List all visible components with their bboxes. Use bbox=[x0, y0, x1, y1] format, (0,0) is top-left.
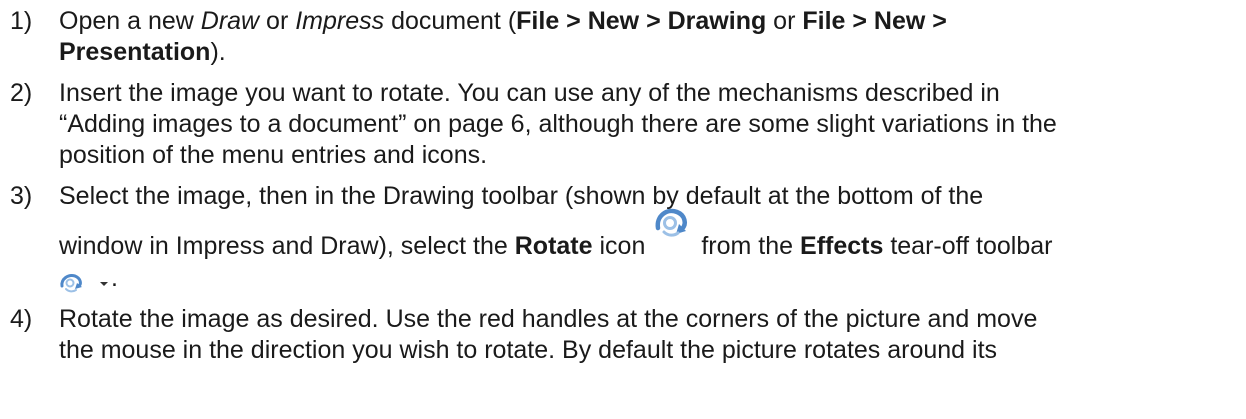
effects-label: Effects bbox=[800, 232, 884, 260]
rotate-icon bbox=[651, 202, 693, 244]
app-name-draw: Draw bbox=[200, 7, 260, 35]
list-item-3: 3) Select the image, then in the Drawing… bbox=[0, 181, 1246, 294]
effects-toolbar-icon bbox=[59, 271, 87, 295]
step-number: 2) bbox=[10, 79, 33, 107]
step-number: 3) bbox=[10, 182, 33, 210]
menu-path-presentation: File > New > bbox=[802, 7, 947, 35]
step-text: Presentation). bbox=[59, 37, 1246, 68]
text: or bbox=[259, 7, 296, 35]
list-item-1: 1) Open a new Draw or Impress document (… bbox=[0, 6, 1246, 68]
rotate-label: Rotate bbox=[514, 232, 593, 260]
text: window in Impress and Draw), select the bbox=[59, 232, 515, 260]
list-item-4: 4) Rotate the image as desired. Use the … bbox=[0, 304, 1246, 366]
step-text: the mouse in the direction you wish to r… bbox=[59, 336, 998, 364]
app-name-impress: Impress bbox=[295, 7, 385, 35]
text: Open a new bbox=[59, 7, 201, 35]
text: ). bbox=[210, 38, 226, 66]
text: icon bbox=[592, 232, 646, 260]
step-text: Insert the image you want to rotate. You… bbox=[59, 79, 1000, 107]
list-item-2: 2) Insert the image you want to rotate. … bbox=[0, 78, 1246, 171]
menu-path-drawing: File > New > Drawing bbox=[516, 7, 767, 35]
step-number: 4) bbox=[10, 305, 33, 333]
text: or bbox=[766, 7, 803, 35]
text: document ( bbox=[384, 7, 517, 35]
step-text: window in Impress and Draw), select the … bbox=[59, 208, 1246, 269]
step-number: 1) bbox=[10, 7, 33, 35]
menu-path-presentation-end: Presentation bbox=[59, 38, 211, 66]
text: . bbox=[111, 264, 118, 292]
text: tear-off toolbar bbox=[883, 232, 1053, 260]
instruction-list: 1) Open a new Draw or Impress document (… bbox=[0, 0, 1246, 366]
step-text: Rotate the image as desired. Use the red… bbox=[59, 305, 1038, 333]
step-text: “Adding images to a document” on page 6,… bbox=[59, 110, 1057, 138]
text: from the bbox=[701, 232, 801, 260]
step-text: position of the menu entries and icons. bbox=[59, 141, 488, 169]
step-text: Open a new Draw or Impress document (Fil… bbox=[59, 6, 1246, 37]
chevron-down-icon bbox=[97, 271, 111, 295]
